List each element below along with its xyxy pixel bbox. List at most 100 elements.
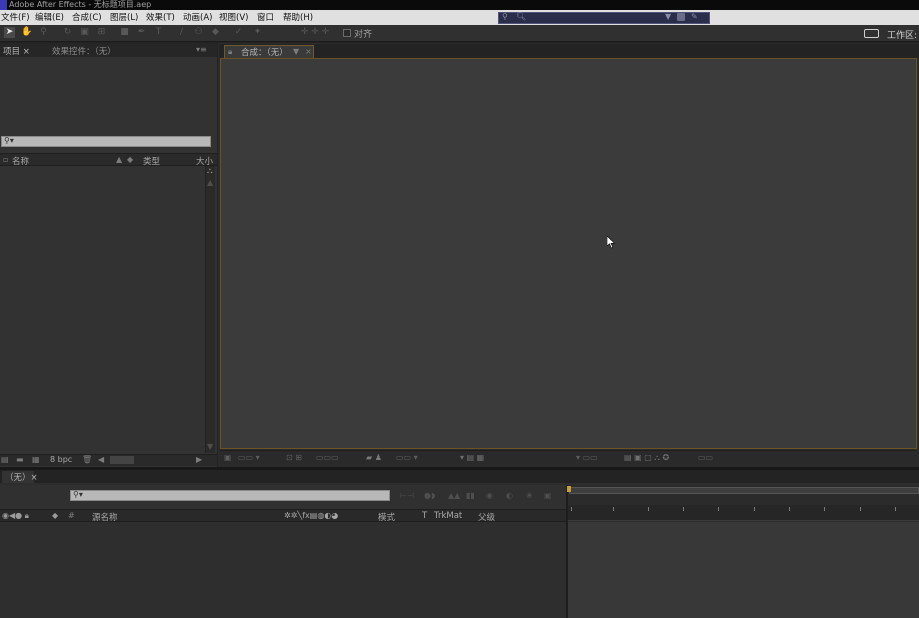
- safe-zones-icon[interactable]: ⊡ ⊞: [286, 453, 302, 462]
- eraser-tool-icon[interactable]: ◆: [210, 27, 221, 38]
- graph-editor-icon[interactable]: ◐: [506, 491, 513, 501]
- type-tool-icon[interactable]: T: [153, 27, 164, 38]
- magnification-dropdown[interactable]: ▭▭ ▾: [238, 453, 260, 462]
- layer-number-icon: #: [68, 511, 75, 520]
- switches-icons[interactable]: ✲✲╲fx▤◍◐◕: [284, 511, 338, 521]
- new-composition-icon[interactable]: ▦: [32, 455, 40, 465]
- scroll-left-icon[interactable]: ◀: [98, 455, 104, 465]
- menu-edit[interactable]: 编辑(E): [35, 11, 64, 23]
- workspace-icon[interactable]: [864, 29, 879, 38]
- project-scrollbar[interactable]: ⛬ ▲ ▼: [205, 166, 215, 453]
- close-icon[interactable]: ×: [305, 47, 312, 57]
- tag-icon[interactable]: ◆: [52, 511, 58, 521]
- shy-layers-icon[interactable]: ▲▲: [448, 491, 460, 501]
- menu-window[interactable]: 窗口: [257, 11, 274, 23]
- overlay-search-bar[interactable]: ⚲ 🔍︎ ▼ ✎: [498, 12, 710, 24]
- menu-bar: 文件(F) 编辑(E) 合成(C) 图层(L) 效果(T) 动画(A) 视图(V…: [0, 10, 919, 25]
- project-footer: ▤ ▬ ▦ 8 bpc 🗑︎ ◀ ▶: [0, 454, 217, 466]
- region-of-interest-icon[interactable]: ▾ ▤ ▦: [460, 453, 484, 462]
- ruler-tick: [718, 507, 719, 511]
- menu-effect[interactable]: 效果(T): [146, 11, 175, 23]
- roto-brush-tool-icon[interactable]: ✓: [233, 27, 244, 38]
- tab-effect-controls[interactable]: 效果控件：（无）: [52, 45, 116, 57]
- pan-behind-tool-icon[interactable]: ⊞: [96, 27, 107, 38]
- column-name[interactable]: 名称: [12, 155, 29, 167]
- ruler-tick: [895, 507, 896, 511]
- tab-project[interactable]: 项目 ×: [3, 45, 30, 57]
- rotate-tool-icon[interactable]: ↻: [62, 27, 73, 38]
- mouse-cursor-icon: [607, 236, 616, 249]
- draft-3d-icon[interactable]: ●◗: [424, 491, 435, 501]
- timecode-display[interactable]: ▭▭▭: [316, 453, 339, 462]
- interpret-footage-icon[interactable]: ▤: [1, 455, 9, 465]
- 3d-view-dropdown[interactable]: ▾ ▭▭: [576, 453, 598, 462]
- trash-icon[interactable]: 🗑︎: [82, 455, 92, 465]
- scroll-down-icon[interactable]: ▼: [207, 442, 213, 452]
- new-folder-icon[interactable]: ▬: [16, 455, 24, 465]
- camera-tool-icon[interactable]: ▣: [79, 27, 90, 38]
- project-search-input[interactable]: ⚲▾: [1, 136, 211, 147]
- ruler-tick: [754, 507, 755, 511]
- dropdown-arrow-icon[interactable]: ▼: [665, 12, 671, 21]
- menu-file[interactable]: 文件(F): [1, 11, 30, 23]
- menu-help[interactable]: 帮助(H): [283, 11, 313, 23]
- flowchart-icon[interactable]: ⛬: [207, 166, 213, 176]
- tab-timeline[interactable]: （无）×: [2, 471, 38, 483]
- rectangle-tool-icon[interactable]: ■: [119, 27, 130, 38]
- frame-blending-icon[interactable]: ▮▮: [466, 491, 475, 501]
- always-preview-icon[interactable]: ▣: [224, 453, 232, 462]
- comp-mini-flowchart-icon[interactable]: ⊢⊣: [400, 491, 414, 501]
- scroll-up-icon[interactable]: ▲: [207, 178, 213, 188]
- viewer-options-icons[interactable]: ▤ ▣ ▢ ⛬ ✪: [624, 453, 669, 463]
- tab-menu-icon[interactable]: ▼: [293, 47, 299, 57]
- bit-depth-label[interactable]: 8 bpc: [50, 455, 72, 464]
- column-t[interactable]: T: [422, 511, 427, 521]
- pen-tool-icon[interactable]: ✒: [136, 27, 147, 38]
- tag-icon[interactable]: ◆: [127, 155, 133, 165]
- workspace-label[interactable]: 工作区:: [887, 28, 917, 41]
- time-navigator-bar[interactable]: [569, 487, 919, 494]
- lock-icon[interactable]: 🔒︎: [228, 47, 232, 57]
- hand-tool-icon[interactable]: ✋: [21, 27, 32, 38]
- puppet-tool-icon[interactable]: ✦: [252, 27, 263, 38]
- clone-stamp-tool-icon[interactable]: ⚇: [193, 27, 204, 38]
- timeline-layer-area[interactable]: [0, 522, 566, 618]
- ruler-tick: [571, 507, 572, 511]
- title-bar: Adobe After Effects - 无标题项目.aep: [0, 0, 919, 10]
- brush-tool-icon[interactable]: /: [176, 27, 187, 38]
- composition-viewer[interactable]: [220, 58, 917, 449]
- project-column-header: ▫ 名称 ▲ ◆ 类型 大小: [0, 153, 217, 167]
- zoom-tool-icon[interactable]: ⚲: [38, 27, 49, 38]
- timeline-search-input[interactable]: ⚲▾: [70, 490, 390, 501]
- brainstorm-icon[interactable]: ❀: [526, 491, 533, 501]
- menu-animation[interactable]: 动画(A): [183, 11, 212, 23]
- column-type[interactable]: 类型: [143, 155, 160, 167]
- axis-mode-icons[interactable]: ✛ ✛ ✛: [300, 27, 330, 38]
- camera-icon[interactable]: [677, 13, 685, 21]
- time-ruler[interactable]: [568, 505, 919, 521]
- pencil-icon[interactable]: ✎: [691, 12, 698, 21]
- scroll-right-icon[interactable]: ▶: [196, 455, 202, 465]
- av-features-icons[interactable]: ◉◀● 🔒︎: [2, 511, 29, 521]
- live-update-icon[interactable]: ▣: [544, 491, 552, 501]
- motion-blur-icon[interactable]: ◉: [486, 491, 493, 501]
- column-trkmat[interactable]: TrkMat: [434, 511, 462, 521]
- ruler-tick: [860, 507, 861, 511]
- resolution-dropdown[interactable]: ▭▭ ▾: [396, 453, 418, 462]
- sort-up-icon[interactable]: ▲: [116, 155, 122, 165]
- panel-menu-icon[interactable]: ▾≡: [196, 45, 207, 55]
- selection-tool-icon[interactable]: ➤: [4, 27, 15, 38]
- tab-timeline-label: （无）×: [5, 473, 38, 483]
- project-hscroll-thumb[interactable]: [110, 456, 134, 464]
- time-navigator-start-handle[interactable]: [567, 486, 571, 492]
- menu-layer[interactable]: 图层(L): [110, 11, 138, 23]
- snapshot-icon[interactable]: ▰ ♟: [366, 453, 382, 462]
- timeline-graph-area[interactable]: [568, 522, 919, 618]
- exposure-value[interactable]: ▭▭: [698, 453, 713, 462]
- snap-checkbox[interactable]: [343, 29, 351, 37]
- composition-footer: ▣ ▭▭ ▾ ⊡ ⊞ ▭▭▭ ▰ ♟ ▭▭ ▾ ▾ ▤ ▦ ▾ ▭▭ ▤ ▣ ▢…: [220, 450, 917, 465]
- ruler-tick: [683, 507, 684, 511]
- menu-composition[interactable]: 合成(C): [72, 11, 102, 23]
- menu-view[interactable]: 视图(V): [219, 11, 248, 23]
- tab-composition[interactable]: 🔒︎ 合成：（无） ▼ ×: [224, 45, 314, 58]
